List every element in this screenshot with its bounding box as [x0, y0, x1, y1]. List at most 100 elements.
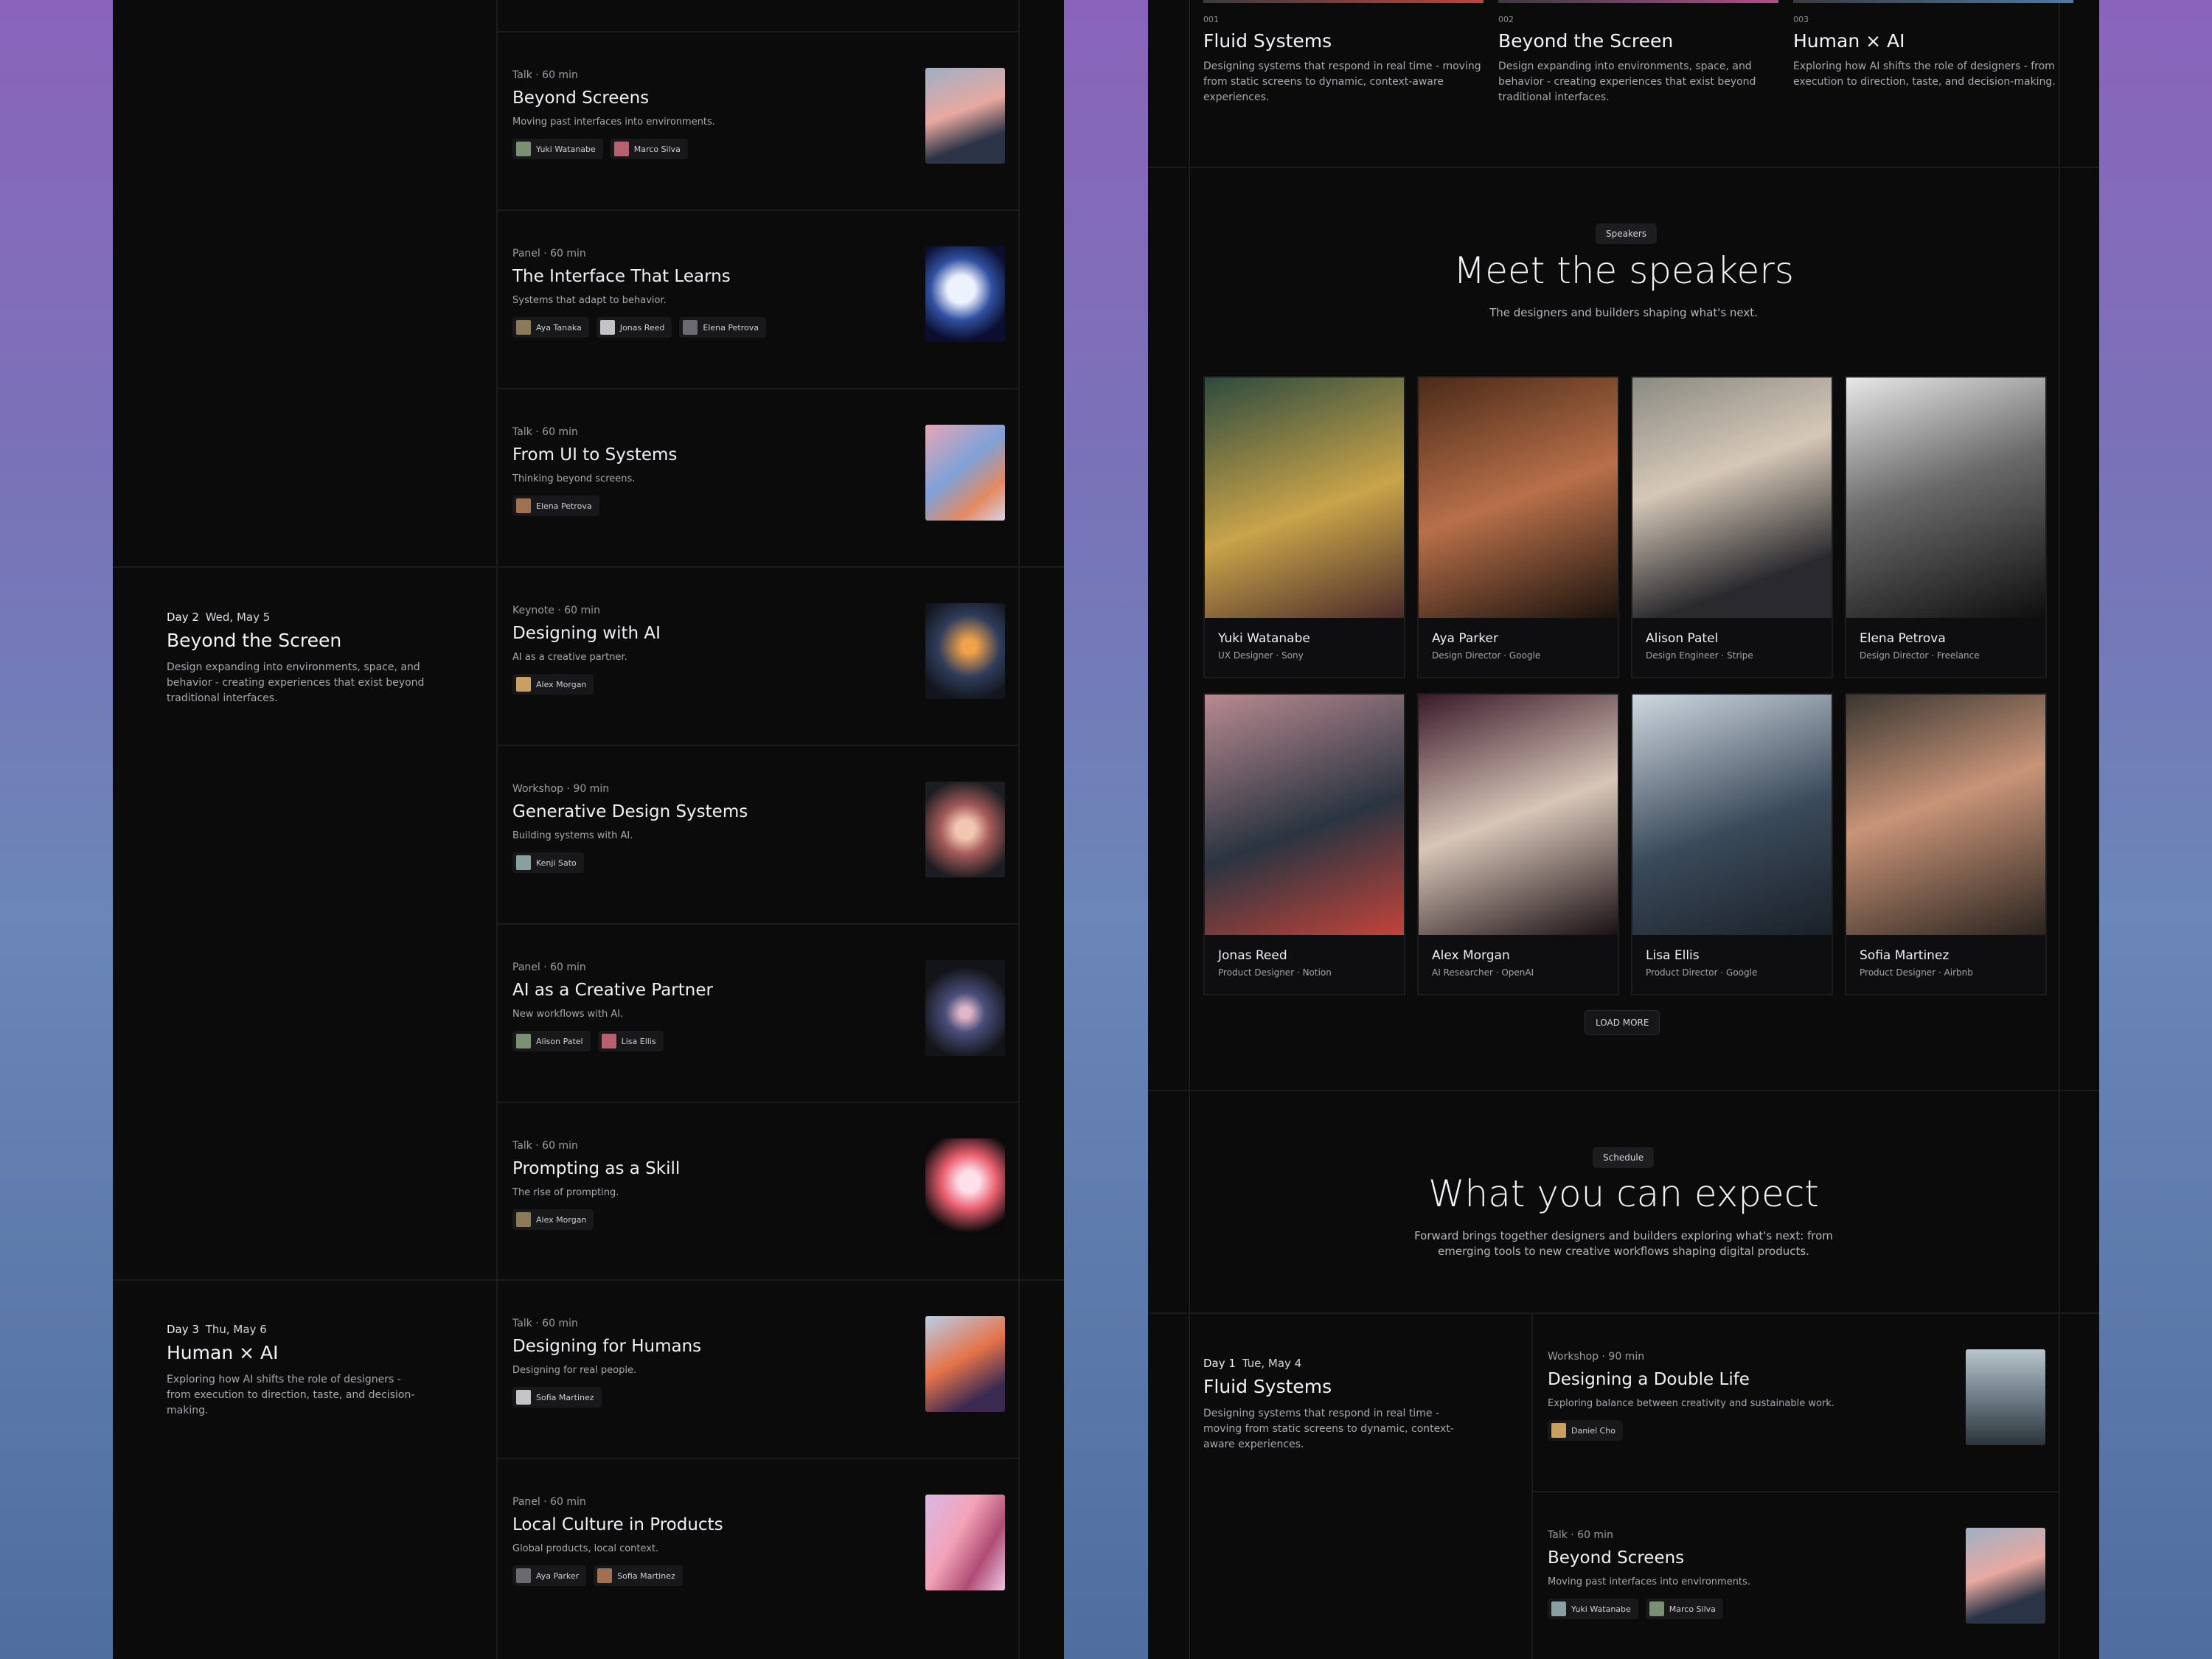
speaker-chip-name: Jonas Reed [619, 322, 665, 333]
speaker-chip[interactable]: Marco Silva [610, 139, 688, 159]
speaker-chip[interactable]: Daniel Cho [1548, 1420, 1623, 1441]
speakers-subtitle: The designers and builders shaping what'… [1489, 306, 1758, 319]
speaker-role: Product Designer · Notion [1218, 967, 1332, 978]
speaker-chip[interactable]: Lisa Ellis [597, 1031, 664, 1051]
session-thumbnail [925, 246, 1005, 342]
landing-panel-right: 001 Fluid Systems Designing systems that r… [1148, 0, 2099, 1659]
speaker-avatar [597, 1568, 613, 1583]
speaker-chip[interactable]: Jonas Reed [596, 317, 672, 338]
speaker-name: Jonas Reed [1218, 948, 1287, 963]
speaker-avatar [516, 1212, 531, 1227]
speaker-chip[interactable]: Elena Petrova [679, 317, 766, 338]
session-item[interactable]: Talk · 60 min Designing for Humans Designi… [496, 1281, 1018, 1458]
speaker-avatar [516, 498, 531, 513]
session-speakers: Sofia Martinez [512, 1387, 602, 1408]
session-item[interactable]: Workshop · 90 min Designing a Double Life… [1531, 1314, 2059, 1491]
speaker-card[interactable]: Yuki Watanabe UX Designer · Sony [1203, 376, 1405, 678]
session-title: Beyond Screens [512, 88, 650, 108]
speaker-chip[interactable]: Aya Tanaka [512, 317, 589, 338]
speaker-photo [1846, 378, 2045, 618]
session-description: Moving past interfaces into environments… [512, 116, 715, 128]
speakers-pill: Speakers [1596, 223, 1658, 244]
session-description: Thinking beyond screens. [512, 473, 636, 484]
day-label: Day 3 Thu, May 6 [167, 1323, 267, 1336]
speaker-card[interactable]: Sofia Martinez Product Designer · Airbnb [1845, 693, 2047, 995]
speaker-chip[interactable]: Sofia Martinez [512, 1387, 602, 1408]
day-title: Beyond the Screen [167, 630, 342, 651]
feature-title: Human × AI [1793, 30, 1905, 52]
session-item[interactable]: Talk · 60 min Beyond Screens Moving past i… [1531, 1492, 2059, 1659]
feature-number: 003 [1793, 15, 1809, 24]
speaker-chip[interactable]: Kenji Sato [512, 852, 584, 873]
speaker-chip-name: Daniel Cho [1571, 1425, 1615, 1436]
session-meta: Panel · 60 min [512, 248, 586, 260]
session-item[interactable]: Workshop · 90 min Generative Design Syste… [496, 746, 1018, 923]
day-title: Human × AI [167, 1342, 279, 1363]
speaker-avatar [1551, 1423, 1566, 1438]
session-description: Exploring balance between creativity and… [1548, 1398, 1834, 1409]
session-item[interactable]: Panel · 60 min The Interface That Learns S… [496, 211, 1018, 388]
speaker-chip[interactable]: Alex Morgan [512, 1209, 594, 1230]
speaker-chip[interactable]: Alison Patel [512, 1031, 591, 1051]
speaker-card[interactable]: Alison Patel Design Engineer · Stripe [1631, 376, 1833, 678]
speaker-name: Lisa Ellis [1646, 948, 1700, 963]
speaker-card[interactable]: Alex Morgan AI Researcher · OpenAI [1417, 693, 1619, 995]
speaker-chip[interactable]: Alex Morgan [512, 674, 594, 695]
session-meta: Workshop · 90 min [512, 783, 610, 795]
speaker-chip[interactable]: Marco Silva [1645, 1599, 1723, 1619]
feature-number: 002 [1498, 15, 1514, 24]
speaker-chip[interactable]: Elena Petrova [512, 495, 599, 516]
session-meta: Talk · 60 min [512, 426, 578, 438]
speaker-photo [1419, 695, 1618, 935]
speaker-avatar [1551, 1601, 1566, 1616]
day-description: Exploring how AI shifts the role of desi… [167, 1374, 415, 1416]
speaker-photo [1205, 695, 1404, 935]
speaker-chip[interactable]: Sofia Martinez [594, 1565, 683, 1586]
load-more-button[interactable]: LOAD MORE [1585, 1010, 1660, 1035]
session-title: AI as a Creative Partner [512, 981, 713, 1000]
feature-description: Exploring how AI shifts the role of desi… [1793, 60, 2056, 88]
speaker-role: Product Designer · Airbnb [1860, 967, 1973, 978]
session-thumbnail [925, 1316, 1005, 1412]
feature-title: Fluid Systems [1203, 30, 1332, 52]
session-item[interactable]: Talk · 60 min Beyond Screens Moving past i… [496, 32, 1018, 209]
session-meta: Keynote · 60 min [512, 605, 600, 616]
session-item[interactable]: Keynote · 60 min Designing with AI AI as a… [496, 568, 1018, 745]
session-description: AI as a creative partner. [512, 652, 627, 663]
session-thumbnail [1966, 1528, 2045, 1624]
speaker-card[interactable]: Aya Parker Design Director · Google [1417, 376, 1619, 678]
session-item[interactable]: Panel · 60 min Local Culture in Products G… [496, 1459, 1018, 1636]
session-item[interactable]: Panel · 60 min AI as a Creative Partner Ne… [496, 925, 1018, 1102]
session-description: Global products, local context. [512, 1543, 659, 1554]
session-description: Building systems with AI. [512, 830, 633, 841]
speaker-photo [1846, 695, 2045, 935]
speaker-chip[interactable]: Yuki Watanabe [1548, 1599, 1638, 1619]
session-thumbnail [1966, 1349, 2045, 1445]
speaker-card[interactable]: Lisa Ellis Product Director · Google [1631, 693, 1833, 995]
day1-header: Day 1 Tue, May 4 Fluid Systems Designing… [1203, 1357, 1463, 1453]
session-item[interactable]: Talk · 60 min From UI to Systems Thinking … [496, 389, 1018, 566]
day-label: Day 1 Tue, May 4 [1203, 1357, 1302, 1370]
speaker-chip-name: Elena Petrova [703, 322, 759, 333]
speaker-avatar [599, 320, 615, 335]
speaker-name: Alison Patel [1646, 631, 1719, 646]
session-item[interactable]: Talk · 60 min Prompting as a Skill The ris… [496, 1103, 1018, 1280]
session-thumbnail [925, 1495, 1005, 1590]
speaker-chip-name: Yuki Watanabe [536, 144, 596, 154]
session-title: Generative Design Systems [512, 802, 748, 821]
session-meta: Panel · 60 min [512, 961, 586, 973]
session-meta: Talk · 60 min [512, 1140, 578, 1152]
speaker-avatar [516, 1034, 531, 1048]
session-speakers: Alison Patel Lisa Ellis [512, 1031, 664, 1051]
speaker-card[interactable]: Jonas Reed Product Designer · Notion [1203, 693, 1405, 995]
session-thumbnail [925, 960, 1005, 1056]
speaker-chip-name: Alex Morgan [536, 1214, 587, 1225]
speaker-card[interactable]: Elena Petrova Design Director · Freelance [1845, 376, 2047, 678]
session-speakers: Yuki Watanabe Marco Silva [1548, 1599, 1723, 1619]
speaker-chip[interactable]: Yuki Watanabe [512, 139, 603, 159]
session-title: From UI to Systems [512, 445, 678, 465]
speaker-chip-name: Aya Parker [536, 1571, 580, 1581]
session-speakers: Aya Tanaka Jonas Reed Elena Petrova [512, 317, 766, 338]
speaker-chip[interactable]: Aya Parker [512, 1565, 587, 1586]
speaker-avatar [516, 320, 531, 335]
